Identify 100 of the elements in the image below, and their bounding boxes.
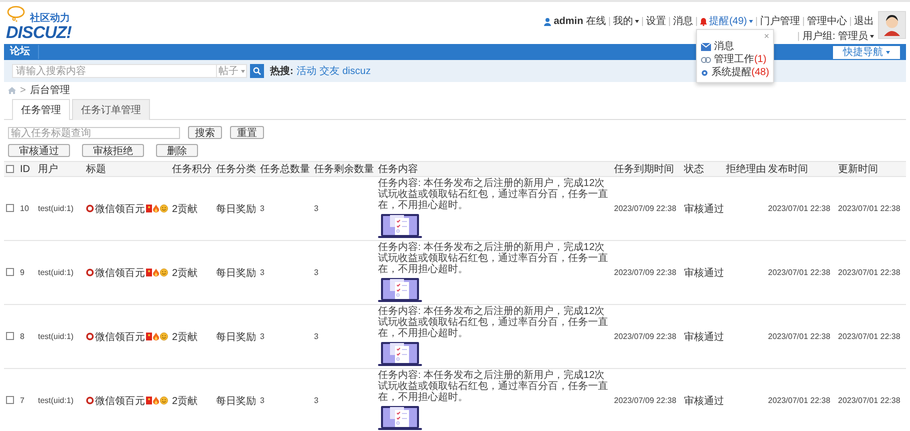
table-cell: test(uid:1) — [36, 240, 84, 304]
table-cell: 8 — [18, 304, 36, 368]
column-header: 发布时间 — [766, 162, 836, 176]
laptop-illustration — [378, 341, 422, 367]
fire-icon — [153, 396, 160, 405]
table-cell: 审核通过 — [682, 176, 724, 240]
bell-icon — [700, 18, 708, 26]
menu-item[interactable]: 系统提醒(48) — [701, 66, 770, 79]
table-cell: 3 — [312, 368, 376, 431]
checkbox[interactable] — [6, 396, 14, 404]
tab[interactable]: 任务订单管理 — [72, 99, 150, 120]
table-cell: 2贡献 — [170, 368, 214, 431]
notice-link[interactable]: 提醒(49) — [700, 16, 753, 27]
table-cell: 9 — [18, 240, 36, 304]
search-button[interactable] — [250, 64, 264, 78]
action-button[interactable]: 审核拒绝 — [82, 144, 144, 157]
table-cell: 2023/07/01 22:38 — [836, 304, 906, 368]
home-icon[interactable] — [8, 87, 16, 94]
top-link[interactable]: 我的 — [613, 16, 640, 27]
table-cell: 2023/07/09 22:38 — [612, 240, 682, 304]
speech-bubble-icon — [7, 6, 25, 22]
column-header: 任务剩余数量 — [312, 162, 376, 176]
action-button[interactable]: 审核通过 — [8, 144, 70, 157]
checkbox[interactable] — [6, 332, 14, 340]
title-search-field[interactable]: 输入任务标题查询 — [8, 126, 180, 138]
laptop-illustration — [378, 277, 422, 303]
column-header: 用户 — [36, 162, 84, 176]
top-link[interactable]: 门户管理 — [760, 16, 800, 27]
fire-icon — [153, 204, 160, 213]
gift-envelope-icon — [146, 396, 152, 405]
action-button[interactable]: 删除 — [156, 144, 198, 157]
user-group-link[interactable]: 用户组: 管理员 — [802, 31, 874, 42]
nav-item[interactable]: 论坛 — [10, 45, 39, 59]
table-cell: 3 — [312, 176, 376, 240]
logo-wordmark: DISCUZ! — [6, 24, 72, 41]
table-cell: test(uid:1) — [36, 176, 84, 240]
table-cell: 2贡献 — [170, 176, 214, 240]
table-cell: 3 — [258, 176, 312, 240]
checkbox[interactable] — [6, 204, 14, 212]
table-cell: 每日奖励 — [214, 240, 258, 304]
username[interactable]: admin — [554, 16, 584, 27]
table-cell: 2023/07/01 22:38 — [766, 304, 836, 368]
task-title: 微信领百元 — [94, 202, 145, 216]
table-cell: test(uid:1) — [36, 368, 84, 431]
column-header: 更新时间 — [836, 162, 906, 176]
table-cell: 审核通过 — [682, 304, 724, 368]
logo-tagline: 社区动力 — [30, 14, 71, 24]
table-cell: 2023/07/01 22:38 — [766, 240, 836, 304]
task-title: 微信领百元 — [94, 266, 145, 280]
fire-icon — [153, 268, 160, 277]
table-cell: 3 — [258, 240, 312, 304]
caret-icon — [240, 70, 244, 72]
fire-icon — [153, 332, 160, 341]
breadcrumb-separator: > — [20, 85, 26, 96]
table-cell: 2023/07/09 22:38 — [612, 176, 682, 240]
filter-button[interactable]: 重置 — [230, 126, 264, 139]
task-description: 任务内容: 本任务发布之后注册的新用户，完成12次试玩收益或领取钻石红包，通过率百分百，任务一直在，不用担心超时。 — [378, 306, 609, 339]
task-description: 任务内容: 本任务发布之后注册的新用户，完成12次试玩收益或领取钻石红包，通过率百分百，任务一直在，不用担心超时。 — [378, 178, 609, 211]
column-header: 任务总数量 — [258, 162, 312, 176]
ring-icon — [86, 396, 94, 405]
filter-button[interactable]: 搜索 — [188, 126, 222, 139]
ring-icon — [86, 332, 94, 341]
checkbox[interactable] — [6, 164, 14, 173]
gift-envelope-icon — [146, 268, 152, 277]
column-header: 任务内容 — [376, 162, 612, 176]
table-cell: 2贡献 — [170, 240, 214, 304]
table-cell: 2023/07/01 22:38 — [836, 240, 906, 304]
hot-search-link[interactable]: discuz — [342, 66, 371, 76]
table-cell: 2023/07/01 22:38 — [836, 176, 906, 240]
table-cell: 2贡献 — [170, 304, 214, 368]
top-link[interactable]: 管理中心 — [807, 16, 847, 27]
smiley-icon — [160, 204, 168, 213]
top-link[interactable]: 设置 — [646, 16, 666, 27]
column-header: 拒绝理由 — [724, 162, 766, 176]
avatar[interactable] — [878, 11, 906, 39]
table-cell: 3 — [312, 240, 376, 304]
smiley-icon — [160, 332, 168, 341]
table-cell: 2023/07/09 22:38 — [612, 304, 682, 368]
user-icon — [544, 18, 551, 26]
table-cell: 10 — [18, 176, 36, 240]
menu-item[interactable]: 管理工作(1) — [701, 53, 770, 66]
table-cell: 2023/07/01 22:38 — [836, 368, 906, 431]
top-link[interactable]: 消息 — [673, 16, 694, 27]
table-cell: 2023/07/09 22:38 — [612, 368, 682, 431]
checkbox[interactable] — [6, 268, 14, 276]
task-description: 任务内容: 本任务发布之后注册的新用户，完成12次试玩收益或领取钻石红包，通过率百分百，任务一直在，不用担心超时。 — [378, 242, 609, 275]
hot-search-link[interactable]: 交友 — [319, 64, 340, 78]
breadcrumb-item[interactable]: 后台管理 — [30, 85, 70, 96]
menu-item[interactable]: 消息 — [701, 40, 770, 53]
table-cell: 审核通过 — [682, 368, 724, 431]
smiley-icon — [160, 268, 168, 277]
caret-icon — [886, 50, 890, 54]
table-cell: 每日奖励 — [214, 368, 258, 431]
table-cell: test(uid:1) — [36, 304, 84, 368]
hot-search-label: 热搜: — [270, 64, 294, 78]
table-cell: 审核通过 — [682, 240, 724, 304]
quick-nav-button[interactable]: 快捷导航 — [833, 46, 900, 58]
top-link[interactable]: 退出 — [854, 16, 874, 27]
hot-search-link[interactable]: 活动 — [296, 64, 316, 78]
tab[interactable]: 任务管理 — [12, 99, 70, 120]
